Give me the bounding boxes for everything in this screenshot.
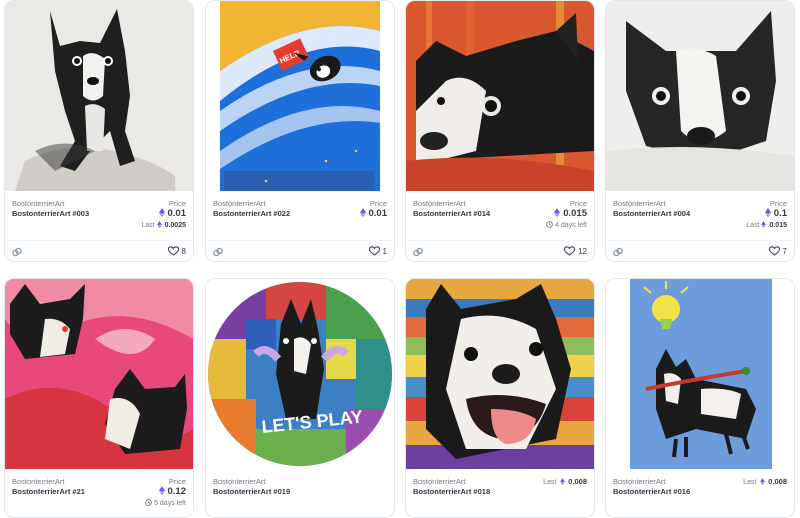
collection-name[interactable]: BostonterrierArt (613, 199, 666, 208)
nft-card[interactable]: BostonterrierArt BostonterrierArt #016 L… (605, 278, 795, 518)
item-name[interactable]: BostonterrierArt #004 (613, 209, 690, 218)
likes-count: 1 (382, 246, 387, 256)
favorite-button[interactable]: 12 (564, 246, 587, 256)
nft-card[interactable]: HELP BostonterrierArt BostonterrierArt #… (205, 0, 395, 262)
artwork-image[interactable] (5, 1, 193, 191)
item-name[interactable]: BostonterrierArt #019 (213, 487, 290, 496)
artwork-image[interactable] (606, 1, 794, 191)
price-value: 0.015 (554, 208, 587, 219)
favorite-button[interactable]: 7 (768, 246, 787, 256)
artwork-image[interactable]: LET'S PLAY (206, 279, 394, 469)
heart-icon (768, 246, 780, 256)
link-icon[interactable] (413, 247, 423, 257)
collection-name[interactable]: BostonterrierArt (413, 477, 466, 486)
card-footer: 7 (606, 240, 794, 261)
heart-icon (368, 246, 380, 256)
eth-icon (156, 221, 162, 228)
heart-icon (564, 246, 576, 256)
auction-time-left: 5 days left (145, 499, 186, 507)
artwork-image[interactable] (606, 279, 794, 469)
eth-icon (158, 208, 165, 217)
collection-name[interactable]: BostonterrierArt (613, 477, 666, 486)
collection-name[interactable]: BostonterrierArt (213, 199, 266, 208)
item-name[interactable]: BostonterrierArt #016 (613, 487, 690, 496)
eth-icon (760, 478, 766, 485)
nft-card[interactable]: BostonterrierArt BostonterrierArt #21 Pr… (4, 278, 194, 518)
artwork-image[interactable] (406, 1, 594, 191)
collection-name[interactable]: BostonterrierArt (413, 199, 466, 208)
eth-icon (554, 208, 561, 217)
item-name[interactable]: BostonterrierArt #21 (12, 487, 85, 496)
item-name[interactable]: BostonterrierArt #018 (413, 487, 490, 496)
link-icon[interactable] (613, 247, 623, 257)
eth-icon (764, 208, 771, 217)
artwork-image[interactable] (5, 279, 193, 469)
last-sale: Last 0.008 (543, 477, 587, 486)
last-sale: Last 0.015 (746, 221, 787, 229)
favorite-button[interactable]: 1 (368, 246, 387, 256)
favorite-button[interactable]: 8 (167, 246, 186, 256)
card-footer: 12 (406, 240, 594, 261)
price-label: Price (168, 477, 186, 486)
price-label: Price (569, 199, 587, 208)
clock-icon (546, 221, 553, 228)
link-icon[interactable] (213, 247, 223, 257)
price-value: 0.01 (359, 208, 387, 219)
likes-count: 12 (578, 246, 587, 256)
nft-card[interactable]: LET'S PLAY BostonterrierArt Bostonterrie… (205, 278, 395, 518)
nft-card[interactable]: BostonterrierArt BostonterrierArt #003 P… (4, 0, 194, 262)
clock-icon (145, 499, 152, 506)
eth-icon (560, 478, 566, 485)
nft-card[interactable]: BostonterrierArt BostonterrierArt #004 P… (605, 0, 795, 262)
artwork-image[interactable]: HELP (206, 1, 394, 191)
card-footer: 8 (5, 240, 193, 261)
item-name[interactable]: BostonterrierArt #022 (213, 209, 290, 218)
auction-time-left: 4 days left (546, 221, 587, 229)
collection-name[interactable]: BostonterrierArt (12, 199, 65, 208)
card-footer: 1 (206, 240, 394, 261)
nft-card[interactable]: BostonterrierArt BostonterrierArt #014 P… (405, 0, 595, 262)
eth-icon (158, 486, 165, 495)
price-value: 0.1 (764, 208, 787, 219)
likes-count: 7 (782, 246, 787, 256)
eth-icon (761, 221, 767, 228)
nft-card[interactable]: BostonterrierArt BostonterrierArt #018 L… (405, 278, 595, 518)
price-label: Price (769, 199, 787, 208)
likes-count: 8 (181, 246, 186, 256)
last-sale: Last 0.0025 (141, 221, 186, 229)
collection-name[interactable]: BostonterrierArt (12, 477, 65, 486)
price-value: 0.01 (158, 208, 186, 219)
last-sale: Last 0.008 (743, 477, 787, 486)
price-label: Price (168, 199, 186, 208)
price-value: 0.12 (158, 486, 186, 497)
heart-icon (167, 246, 179, 256)
collection-name[interactable]: BostonterrierArt (213, 477, 266, 486)
eth-icon (359, 208, 366, 217)
item-name[interactable]: BostonterrierArt #003 (12, 209, 89, 218)
price-label: Price (369, 199, 387, 208)
link-icon[interactable] (12, 247, 22, 257)
item-name[interactable]: BostonterrierArt #014 (413, 209, 490, 218)
artwork-image[interactable] (406, 279, 594, 469)
